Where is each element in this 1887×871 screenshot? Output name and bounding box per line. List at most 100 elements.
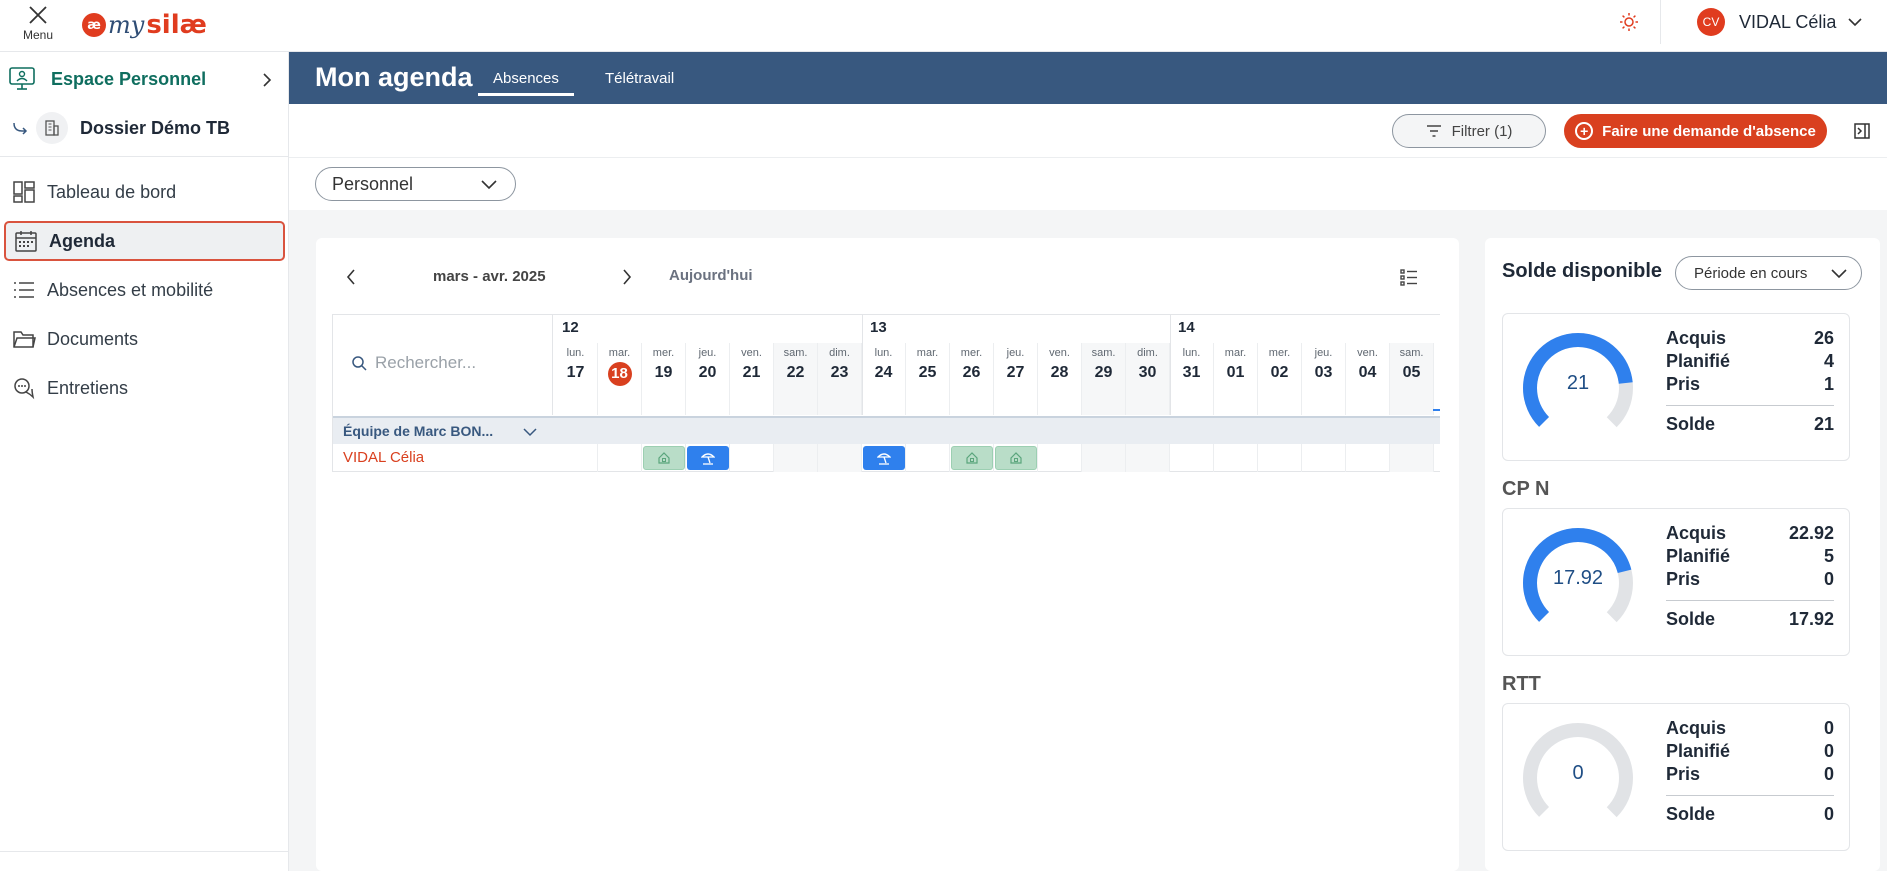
day-cell[interactable] xyxy=(1038,444,1082,472)
planifie-row-value: 4 xyxy=(1823,351,1834,371)
list-view-icon[interactable] xyxy=(1400,268,1418,286)
day-cell[interactable] xyxy=(818,444,862,472)
absence-event[interactable] xyxy=(687,446,729,470)
day-header: lun. 31 xyxy=(1170,343,1214,415)
chevron-left-icon[interactable] xyxy=(344,268,358,286)
day-cell[interactable] xyxy=(1126,444,1170,472)
user-name: VIDAL Célia xyxy=(1739,11,1837,32)
day-name: mar. xyxy=(1224,347,1247,359)
day-number: 03 xyxy=(1314,364,1333,381)
day-cell[interactable] xyxy=(774,444,818,472)
teletravail-event[interactable] xyxy=(643,446,685,470)
day-name: lun. xyxy=(1182,347,1201,359)
avatar: CV xyxy=(1697,8,1725,36)
calendar-grid: Rechercher... 12 13 14 lun. 17 mar. 18 mer. 1… xyxy=(332,314,1440,472)
day-number: 25 xyxy=(918,364,937,381)
pris-row-label: Pris xyxy=(1666,569,1701,589)
day-cell[interactable] xyxy=(1346,444,1390,472)
collapse-panel-icon[interactable] xyxy=(1853,122,1871,140)
view-select[interactable]: Personnel xyxy=(315,167,516,201)
day-cell[interactable] xyxy=(554,444,598,472)
view-select-value: Personnel xyxy=(332,173,414,194)
day-header: jeu. 20 xyxy=(686,343,730,415)
search-input[interactable]: Rechercher... xyxy=(351,353,476,373)
view-select-row: Personnel xyxy=(289,158,1887,210)
acquis-row: Acquis 26 xyxy=(1666,328,1834,351)
day-header: mer. 26 xyxy=(950,343,994,415)
page-title: Mon agenda xyxy=(315,62,473,92)
person-name[interactable]: VIDAL Célia xyxy=(343,449,424,466)
beach-umbrella-icon xyxy=(701,453,715,465)
acquis-row-label: Acquis xyxy=(1666,523,1727,543)
sidebar-item-agenda[interactable]: Agenda xyxy=(4,221,285,261)
day-cell[interactable] xyxy=(1302,444,1346,472)
day-cell[interactable] xyxy=(642,444,686,472)
absence-event[interactable] xyxy=(863,446,905,470)
espace-personnel-selector[interactable]: Espace Personnel xyxy=(8,64,280,94)
teletravail-event[interactable] xyxy=(995,446,1037,470)
filter-button[interactable]: Filtrer (1) xyxy=(1392,114,1546,148)
day-cell[interactable] xyxy=(730,444,774,472)
solde-row: Solde 21 xyxy=(1666,405,1834,439)
beach-umbrella-icon xyxy=(877,453,891,465)
today-button[interactable]: Aujourd'hui xyxy=(669,267,753,284)
solde-row-label: Solde xyxy=(1666,609,1716,629)
tab-absences[interactable]: Absences xyxy=(478,70,574,96)
menu-button[interactable]: Menu xyxy=(18,4,58,44)
sidebar-item-absences-et-mobilite[interactable]: Absences et mobilité xyxy=(4,270,285,310)
solde-rows: Acquis 26 Planifié 4 Pris 1 Solde 21 xyxy=(1666,328,1834,439)
gauge-value: 17.92 xyxy=(1552,567,1604,589)
pris-row-label: Pris xyxy=(1666,374,1701,394)
sidebar-item-label: Documents xyxy=(47,328,139,349)
logo-ae: æ xyxy=(82,13,106,37)
person-row: VIDAL Célia xyxy=(333,444,1440,472)
day-header: mer. 02 xyxy=(1258,343,1302,415)
dossier-selector[interactable]: Dossier Démo TB xyxy=(12,110,282,146)
solde-title: Solde disponible xyxy=(1502,260,1663,282)
day-cell[interactable] xyxy=(1170,444,1214,472)
planifie-row: Planifié 5 xyxy=(1666,546,1834,569)
sidebar-item-documents[interactable]: Documents xyxy=(4,319,285,359)
sidebar-item-entretiens[interactable]: Entretiens xyxy=(4,368,285,408)
day-name: jeu. xyxy=(698,347,717,359)
day-cell[interactable] xyxy=(598,444,642,472)
sidebar-item-tableau-de-bord[interactable]: Tableau de bord xyxy=(4,172,285,212)
day-cell[interactable] xyxy=(686,444,730,472)
day-number: 19 xyxy=(654,364,673,381)
solde-card: 17.92 Acquis 22.92 Planifié 5 Pris 0 Solde 17.92 xyxy=(1502,508,1850,656)
calendar-icon xyxy=(15,231,37,252)
day-cell[interactable] xyxy=(950,444,994,472)
solde-row-value: 0 xyxy=(1823,804,1834,824)
sidebar-item-label: Tableau de bord xyxy=(47,181,177,202)
day-number: 23 xyxy=(830,364,849,381)
day-header: ven. 04 xyxy=(1346,343,1390,415)
day-cell[interactable] xyxy=(1390,444,1434,472)
acquis-row: Acquis 0 xyxy=(1666,718,1834,741)
solde-row-value: 17.92 xyxy=(1788,609,1834,629)
teletravail-event[interactable] xyxy=(951,446,993,470)
week-row: 12 13 14 xyxy=(554,315,1440,415)
day-cell[interactable] xyxy=(862,444,906,472)
day-number: 17 xyxy=(566,364,585,381)
chevron-down-icon xyxy=(1848,18,1862,27)
day-header: lun. 17 xyxy=(554,343,598,415)
day-cell[interactable] xyxy=(994,444,1038,472)
user-menu[interactable]: CV VIDAL Célia xyxy=(1697,8,1862,36)
day-name: mar. xyxy=(916,347,939,359)
sidebar-divider xyxy=(0,156,289,157)
day-number: 01 xyxy=(1226,364,1245,381)
day-cell[interactable] xyxy=(1082,444,1126,472)
day-cell[interactable] xyxy=(1214,444,1258,472)
day-cell[interactable] xyxy=(906,444,950,472)
day-header: dim. 30 xyxy=(1126,343,1170,415)
tab-teletravail[interactable]: Télétravail xyxy=(605,70,674,87)
theme-sun-icon[interactable] xyxy=(1619,12,1639,32)
mysilae-logo[interactable]: æ my silæ xyxy=(82,5,207,45)
chevron-right-icon[interactable] xyxy=(620,268,634,286)
day-name: jeu. xyxy=(1314,347,1333,359)
absence-request-button[interactable]: + Faire une demande d'absence xyxy=(1564,114,1827,148)
day-cell[interactable] xyxy=(1258,444,1302,472)
team-row[interactable]: Équipe de Marc BON... xyxy=(333,416,1440,444)
day-header: ven. 28 xyxy=(1038,343,1082,415)
period-select[interactable]: Période en cours xyxy=(1675,256,1862,290)
